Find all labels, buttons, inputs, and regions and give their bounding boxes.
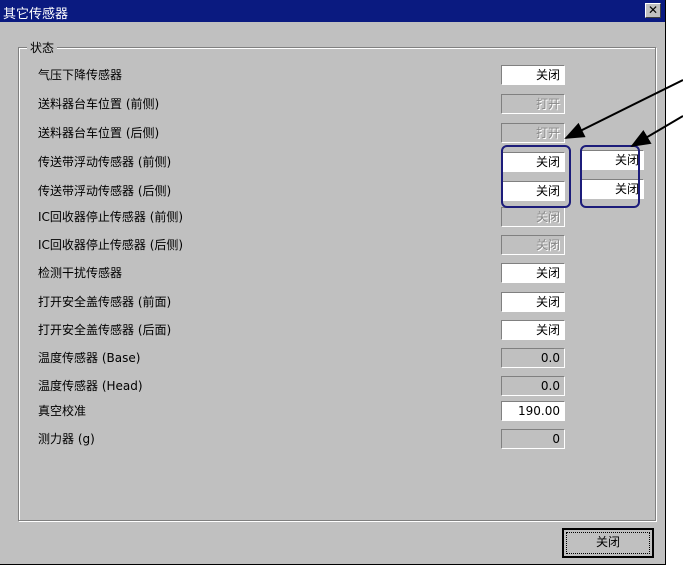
arrow-to-right-box (630, 115, 683, 148)
arrow-to-left-box (564, 79, 683, 139)
annotation-arrows (564, 79, 683, 148)
